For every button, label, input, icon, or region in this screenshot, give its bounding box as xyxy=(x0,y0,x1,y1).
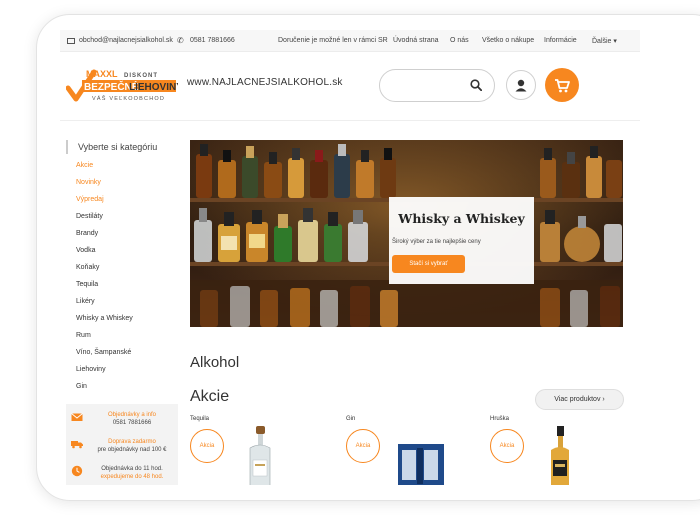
banner-title: Whisky a Whiskey xyxy=(398,211,525,226)
product-category: Gin xyxy=(346,416,356,422)
sidebar-item-vino[interactable]: Víno, Šampanské xyxy=(66,346,178,363)
hero-banner[interactable]: Whisky a Whiskey Široký výber za tie naj… xyxy=(190,140,623,327)
sidebar-item-destilaty[interactable]: Destiláty xyxy=(66,210,178,227)
product-category: Hruška xyxy=(490,416,510,422)
svg-text:DISKONT: DISKONT xyxy=(124,73,158,79)
contact-phone[interactable]: 0581 7881666 xyxy=(190,37,235,44)
info-dispatch-line2: expedujeme do 48 hod. xyxy=(100,474,164,480)
account-button[interactable] xyxy=(506,70,536,100)
top-bar: obchod@najlacnejsialkohol.sk ✆ 0581 7881… xyxy=(60,30,640,52)
product-card-gin[interactable]: Gin Akcia xyxy=(346,416,486,485)
info-dispatch-line1: Objednávka do 11 hod. xyxy=(101,466,163,472)
category-heading: Vyberte si kategóriu xyxy=(66,140,178,154)
search-icon[interactable] xyxy=(470,79,482,91)
sale-badge: Akcia xyxy=(490,429,524,463)
category-sidebar: Vyberte si kategóriu Akcie Novinky Výpre… xyxy=(66,140,178,397)
section-title-akcie: Akcie xyxy=(190,388,230,405)
user-icon xyxy=(515,79,527,92)
phone-icon: ✆ xyxy=(177,36,184,45)
nav-more-label: Ďalšie xyxy=(592,38,612,45)
cart-button[interactable] xyxy=(545,68,579,102)
search-input[interactable] xyxy=(379,69,495,102)
clock-icon xyxy=(71,465,83,477)
info-contact-title: Objednávky a info xyxy=(107,412,157,418)
contact-email[interactable]: obchod@najlacnejsialkohol.sk xyxy=(79,37,173,44)
sidebar-item-rum[interactable]: Rum xyxy=(66,329,178,346)
sidebar-item-whisky[interactable]: Whisky a Whiskey xyxy=(66,312,178,329)
nav-about[interactable]: O nás xyxy=(450,37,469,44)
banner-promo-card: Whisky a Whiskey Široký výber za tie naj… xyxy=(389,197,534,284)
sale-badge: Akcia xyxy=(346,429,380,463)
info-shipping-detail: pre objednávky nad 100 € xyxy=(97,447,167,453)
logo-graphic: MAXXL DISKONT BEZPEČNÉ LIEHOVINY VÁŠ VEĽ… xyxy=(65,69,183,102)
svg-text:LIEHOVINY: LIEHOVINY xyxy=(129,82,178,93)
sale-badge: Akcia xyxy=(190,429,224,463)
nav-information[interactable]: Informácie xyxy=(544,37,577,44)
sidebar-item-novinky[interactable]: Novinky xyxy=(66,176,178,193)
truck-icon xyxy=(71,441,83,449)
nav-more[interactable]: Ďalšie ▾ xyxy=(592,37,617,45)
hruska-bottle-image xyxy=(551,426,569,485)
site-logo[interactable]: MAXXL DISKONT BEZPEČNÉ LIEHOVINY VÁŠ VEĽ… xyxy=(65,66,183,106)
banner-subtitle: Široký výber za tie najlepšie ceny xyxy=(392,239,481,245)
sidebar-item-vypredaj[interactable]: Výpredaj xyxy=(66,193,178,210)
more-products-button[interactable]: Viac produktov › xyxy=(535,389,624,410)
gin-gift-box-image xyxy=(398,444,444,485)
nav-home[interactable]: Úvodná strana xyxy=(393,37,439,44)
sidebar-item-brandy[interactable]: Brandy xyxy=(66,227,178,244)
cart-icon xyxy=(555,79,570,93)
section-title-alkohol: Alkohol xyxy=(190,354,240,371)
svg-text:VÁŠ VEĽKOOBCHOD: VÁŠ VEĽKOOBCHOD xyxy=(92,95,165,102)
nav-shopping-info[interactable]: Všetko o nákupe xyxy=(482,37,534,44)
info-shipping-title: Doprava zadarmo xyxy=(108,439,156,445)
header-divider xyxy=(60,120,640,121)
sidebar-item-akcie[interactable]: Akcie xyxy=(66,159,178,176)
envelope-icon xyxy=(71,413,83,421)
product-card-hruska[interactable]: Hruška Akcia xyxy=(490,416,630,485)
sidebar-item-vodka[interactable]: Vodka xyxy=(66,244,178,261)
sidebar-item-gin[interactable]: Gin xyxy=(66,380,178,397)
info-contact-phone: 0581 7881666 xyxy=(112,420,152,426)
website-screen: obchod@najlacnejsialkohol.sk ✆ 0581 7881… xyxy=(60,30,640,485)
mail-icon xyxy=(67,38,75,44)
tequila-bottle-image xyxy=(249,426,271,485)
sidebar-item-liehoviny[interactable]: Liehoviny xyxy=(66,363,178,380)
caret-down-icon: ▾ xyxy=(611,38,617,45)
site-domain: www.NAJLACNEJSIALKOHOL.sk xyxy=(187,77,343,88)
svg-text:MAXXL: MAXXL xyxy=(86,69,118,79)
sidebar-item-tequila[interactable]: Tequila xyxy=(66,278,178,295)
nav-delivery-info[interactable]: Doručenie je možné len v rámci SR xyxy=(278,37,388,44)
sidebar-item-konaky[interactable]: Koňaky xyxy=(66,261,178,278)
store-info-box: Objednávky a info 0581 7881666 Doprava z… xyxy=(66,404,178,485)
sidebar-item-likery[interactable]: Likéry xyxy=(66,295,178,312)
product-card-tequila[interactable]: Tequila Akcia xyxy=(190,416,330,485)
banner-cta-button[interactable]: Stačí si vybrať xyxy=(392,255,465,273)
product-category: Tequila xyxy=(190,416,210,422)
